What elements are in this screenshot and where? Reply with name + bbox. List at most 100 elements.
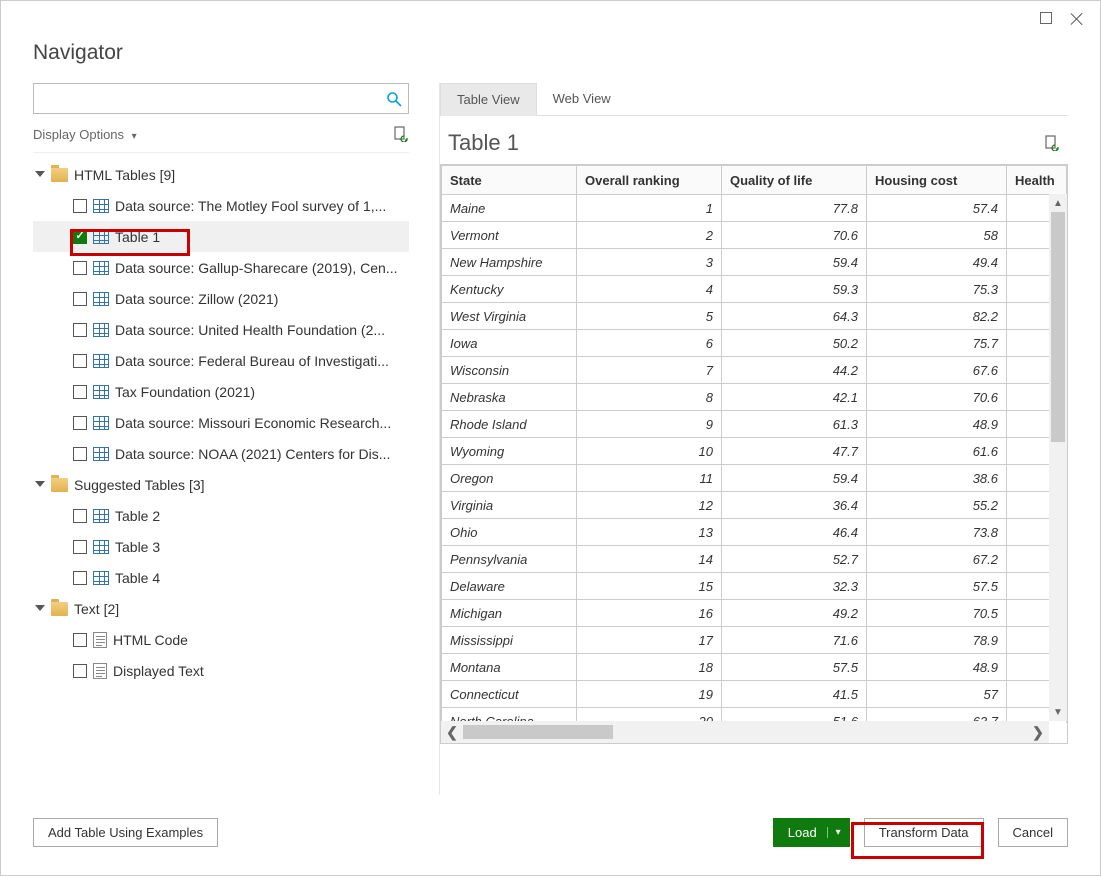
tree-item[interactable]: Data source: Zillow (2021): [33, 283, 409, 314]
chevron-down-icon[interactable]: ▾: [827, 827, 841, 838]
tree-item[interactable]: Data source: Federal Bureau of Investiga…: [33, 345, 409, 376]
table-row[interactable]: New Hampshire359.449.4: [442, 249, 1067, 276]
tree-item-label: Data source: Zillow (2021): [115, 284, 278, 314]
tree-item[interactable]: Data source: Gallup-Sharecare (2019), Ce…: [33, 252, 409, 283]
column-header[interactable]: Housing cost: [867, 166, 1007, 195]
tree-item-checkbox[interactable]: [73, 571, 87, 585]
table-cell: 67.6: [867, 357, 1007, 384]
table-row[interactable]: Maine177.857.4: [442, 195, 1067, 222]
chevron-down-icon: [35, 171, 45, 177]
tree-item-checkbox[interactable]: [73, 354, 87, 368]
tree-item-checkbox[interactable]: [73, 230, 87, 244]
refresh-icon[interactable]: [393, 126, 409, 142]
search-icon[interactable]: [386, 91, 402, 107]
preview-title: Table 1: [448, 130, 519, 156]
scroll-thumb-h[interactable]: [463, 725, 613, 739]
tree-item-checkbox[interactable]: [73, 416, 87, 430]
tree-group-label: Suggested Tables [3]: [74, 470, 205, 500]
tree-item[interactable]: Table 1: [33, 221, 409, 252]
horizontal-scrollbar[interactable]: ❮ ❯: [441, 721, 1049, 743]
column-header[interactable]: Quality of life: [722, 166, 867, 195]
column-header[interactable]: Overall ranking: [577, 166, 722, 195]
table-cell: 2: [577, 222, 722, 249]
table-row[interactable]: Ohio1346.473.8: [442, 519, 1067, 546]
tab-web-view[interactable]: Web View: [537, 83, 627, 115]
preview-refresh-icon[interactable]: [1044, 135, 1060, 151]
table-row[interactable]: Rhode Island961.348.9: [442, 411, 1067, 438]
close-icon[interactable]: [1070, 12, 1084, 26]
tree-item[interactable]: Displayed Text: [33, 655, 409, 686]
column-header[interactable]: State: [442, 166, 577, 195]
display-options-dropdown[interactable]: Display Options ▾: [33, 127, 137, 142]
titlebar: [1, 1, 1100, 31]
tree-item[interactable]: Tax Foundation (2021): [33, 376, 409, 407]
transform-data-button[interactable]: Transform Data: [864, 818, 984, 847]
table-row[interactable]: Nebraska842.170.6: [442, 384, 1067, 411]
table-row[interactable]: Vermont270.658: [442, 222, 1067, 249]
table-cell: 75.7: [867, 330, 1007, 357]
tree-item-checkbox[interactable]: [73, 292, 87, 306]
table-row[interactable]: Kentucky459.375.3: [442, 276, 1067, 303]
tree-item[interactable]: Table 3: [33, 531, 409, 562]
table-row[interactable]: Iowa650.275.7: [442, 330, 1067, 357]
scroll-up-icon[interactable]: ▲: [1049, 194, 1067, 212]
tree-item-checkbox[interactable]: [73, 323, 87, 337]
tree-item[interactable]: Data source: The Motley Fool survey of 1…: [33, 190, 409, 221]
table-cell: 58: [867, 222, 1007, 249]
tree-group[interactable]: Suggested Tables [3]: [33, 469, 409, 500]
table-cell: Vermont: [442, 222, 577, 249]
tree-group[interactable]: Text [2]: [33, 593, 409, 624]
tree-item[interactable]: Table 4: [33, 562, 409, 593]
tree-item-checkbox[interactable]: [73, 540, 87, 554]
table-row[interactable]: Montana1857.548.9: [442, 654, 1067, 681]
table-cell: Wisconsin: [442, 357, 577, 384]
load-button[interactable]: Load ▾: [773, 818, 850, 847]
scroll-down-icon[interactable]: ▼: [1049, 703, 1067, 721]
tree-item-checkbox[interactable]: [73, 633, 87, 647]
tree-item[interactable]: Data source: United Health Foundation (2…: [33, 314, 409, 345]
search-input[interactable]: [40, 90, 386, 107]
tree-item[interactable]: Data source: Missouri Economic Research.…: [33, 407, 409, 438]
table-row[interactable]: Connecticut1941.557: [442, 681, 1067, 708]
table-row[interactable]: Michigan1649.270.5: [442, 600, 1067, 627]
tree-item-checkbox[interactable]: [73, 509, 87, 523]
table-row[interactable]: Wisconsin744.267.6: [442, 357, 1067, 384]
scroll-left-icon[interactable]: ❮: [441, 721, 463, 743]
table-cell: Montana: [442, 654, 577, 681]
table-cell: 38.6: [867, 465, 1007, 492]
maximize-icon[interactable]: [1040, 12, 1052, 24]
table-row[interactable]: Mississippi1771.678.9: [442, 627, 1067, 654]
table-row[interactable]: Delaware1532.357.5: [442, 573, 1067, 600]
search-input-wrap[interactable]: [33, 83, 409, 114]
add-table-using-examples-button[interactable]: Add Table Using Examples: [33, 818, 218, 847]
tree-item-label: Data source: Federal Bureau of Investiga…: [115, 346, 389, 376]
tree-item-checkbox[interactable]: [73, 664, 87, 678]
tree-item-checkbox[interactable]: [73, 447, 87, 461]
table-row[interactable]: Pennsylvania1452.767.2: [442, 546, 1067, 573]
vertical-scrollbar[interactable]: ▲ ▼: [1049, 194, 1067, 721]
table-cell: 48.9: [867, 411, 1007, 438]
page-title: Navigator: [1, 31, 1100, 83]
tree-item[interactable]: Data source: NOAA (2021) Centers for Dis…: [33, 438, 409, 469]
table-row[interactable]: Oregon1159.438.6: [442, 465, 1067, 492]
table-cell: 11: [577, 465, 722, 492]
cancel-button[interactable]: Cancel: [998, 818, 1068, 847]
scroll-thumb-v[interactable]: [1051, 212, 1065, 442]
table-cell: 48.9: [867, 654, 1007, 681]
table-row[interactable]: West Virginia564.382.2: [442, 303, 1067, 330]
table-cell: Oregon: [442, 465, 577, 492]
tree-item[interactable]: HTML Code: [33, 624, 409, 655]
tree-item[interactable]: Table 2: [33, 500, 409, 531]
tree-item-checkbox[interactable]: [73, 261, 87, 275]
tree-item-checkbox[interactable]: [73, 199, 87, 213]
column-header[interactable]: Health: [1007, 166, 1067, 195]
tree-group[interactable]: HTML Tables [9]: [33, 159, 409, 190]
scroll-right-icon[interactable]: ❯: [1027, 721, 1049, 743]
table-row[interactable]: Virginia1236.455.2: [442, 492, 1067, 519]
load-button-label: Load: [788, 825, 817, 840]
tree-item-checkbox[interactable]: [73, 385, 87, 399]
tree-item-label: Table 4: [115, 563, 160, 593]
table-cell: Virginia: [442, 492, 577, 519]
tab-table-view[interactable]: Table View: [440, 83, 537, 116]
table-row[interactable]: Wyoming1047.761.6: [442, 438, 1067, 465]
